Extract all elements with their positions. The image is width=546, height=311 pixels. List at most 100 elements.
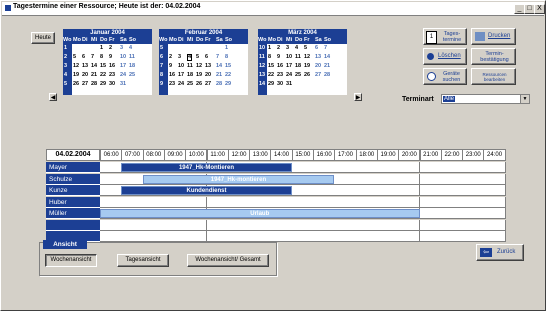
time-slot[interactable] — [313, 185, 336, 196]
wochenansicht-gesamt-button[interactable]: Wochenansicht/ Gesamt — [187, 254, 269, 267]
calendar-day[interactable]: 8 — [268, 54, 271, 61]
calendar-day[interactable]: 17 — [120, 63, 126, 70]
time-slot[interactable] — [334, 231, 357, 242]
calendar-day[interactable]: 10 — [178, 63, 184, 70]
calendar-day[interactable]: 23 — [109, 72, 115, 79]
geraete-suchen-button[interactable]: Geräte suchen — [423, 68, 467, 85]
time-slot[interactable] — [206, 219, 229, 231]
calendar-day[interactable]: 10 — [120, 54, 126, 61]
terminart-select[interactable]: Alle ▼ — [441, 94, 530, 104]
time-slot[interactable] — [206, 231, 229, 242]
time-slot[interactable] — [355, 173, 378, 185]
calendar-day[interactable]: 25 — [129, 72, 135, 79]
time-slot[interactable] — [483, 173, 506, 185]
time-slot[interactable] — [440, 196, 464, 208]
time-slot[interactable] — [355, 231, 378, 242]
drucken-button[interactable]: Drucken — [471, 28, 516, 45]
loeschen-button[interactable]: Löschen — [423, 48, 467, 65]
calendar-day[interactable]: 23 — [277, 72, 283, 79]
calendar-day[interactable]: 26 — [304, 72, 310, 79]
resource-label[interactable]: Kunze — [46, 185, 100, 196]
time-slot[interactable] — [398, 219, 421, 231]
time-slot[interactable] — [291, 219, 314, 231]
time-slot[interactable] — [163, 219, 187, 231]
time-slot[interactable] — [100, 231, 123, 242]
time-slot[interactable] — [121, 231, 144, 242]
calendar-day[interactable]: 9 — [277, 54, 280, 61]
calendar-day[interactable]: 18 — [295, 63, 301, 70]
time-slot[interactable] — [142, 219, 165, 231]
calendar-day[interactable]: 12 — [304, 54, 310, 61]
calendar-day[interactable]: 6 — [315, 45, 318, 52]
calendar-day[interactable]: 14 — [324, 54, 330, 61]
calendar-day[interactable]: 5 — [196, 54, 199, 61]
calendar-day[interactable]: 11 — [129, 54, 135, 61]
calendar-day[interactable]: 24 — [178, 81, 184, 88]
time-slot[interactable] — [334, 219, 357, 231]
calendar-day[interactable]: 13 — [315, 54, 321, 61]
calendar-day[interactable]: 9 — [169, 63, 172, 70]
time-slot[interactable] — [440, 185, 464, 196]
calendar-day[interactable]: 27 — [82, 81, 88, 88]
calendar-day[interactable]: 6 — [82, 54, 85, 61]
time-slot[interactable] — [185, 196, 208, 208]
calendar-day[interactable]: 6 — [205, 54, 208, 61]
calendar-day[interactable]: 2 — [169, 54, 172, 61]
calendar-day[interactable]: 31 — [120, 81, 126, 88]
calendar-day[interactable]: 3 — [120, 45, 123, 52]
calendar-day[interactable]: 16 — [109, 63, 115, 70]
time-slot[interactable] — [483, 196, 506, 208]
calendar-day[interactable]: 17 — [178, 72, 184, 79]
time-slot[interactable] — [334, 185, 357, 196]
time-slot[interactable] — [121, 219, 144, 231]
calendar-day[interactable]: 18 — [129, 63, 135, 70]
time-slot[interactable] — [291, 231, 314, 242]
calendar-day[interactable]: 29 — [100, 81, 106, 88]
calendar-day[interactable]: 11 — [295, 54, 301, 61]
zurueck-button[interactable]: ⇦ Zurück — [476, 244, 524, 261]
terminbestaetigung-button[interactable]: Termin- bestätigung — [471, 48, 516, 65]
time-slot[interactable] — [355, 219, 378, 231]
time-slot[interactable] — [462, 208, 485, 219]
time-slot[interactable] — [483, 231, 506, 242]
calendar-day[interactable]: 21 — [91, 72, 97, 79]
calendar-day[interactable]: 2 — [277, 45, 280, 52]
time-slot[interactable] — [270, 196, 293, 208]
time-slot[interactable] — [121, 173, 144, 185]
time-slot[interactable] — [398, 196, 421, 208]
calendar-day[interactable]: 15 — [225, 63, 231, 70]
calendar-day[interactable]: 8 — [100, 54, 103, 61]
calendar-day[interactable]: 13 — [82, 63, 88, 70]
time-slot[interactable] — [419, 231, 442, 242]
time-slot[interactable] — [419, 173, 442, 185]
resource-label[interactable]: Mayer — [46, 162, 100, 173]
time-slot[interactable] — [419, 208, 442, 219]
calendar-day[interactable]: 7 — [324, 45, 327, 52]
calendar-scroll-right-icon[interactable]: ▶ — [354, 93, 362, 101]
calendar-day[interactable]: 27 — [315, 72, 321, 79]
time-slot[interactable] — [227, 196, 251, 208]
calendar-day[interactable]: 12 — [196, 63, 202, 70]
time-slot[interactable] — [398, 185, 421, 196]
calendar-day[interactable]: 27 — [205, 81, 211, 88]
calendar-day[interactable]: 7 — [91, 54, 94, 61]
calendar-day[interactable]: 22 — [100, 72, 106, 79]
calendar-day[interactable]: 1 — [225, 45, 228, 52]
time-slot[interactable] — [355, 185, 378, 196]
calendar-day[interactable]: 24 — [120, 72, 126, 79]
time-slot[interactable] — [462, 231, 485, 242]
calendar-day[interactable]: 17 — [286, 63, 292, 70]
calendar-day[interactable]: 22 — [225, 72, 231, 79]
calendar-day[interactable]: 26 — [196, 81, 202, 88]
time-slot[interactable] — [142, 231, 165, 242]
time-slot[interactable] — [440, 208, 464, 219]
time-slot[interactable] — [398, 173, 421, 185]
calendar-day[interactable]: 13 — [205, 63, 211, 70]
close-button[interactable]: X — [534, 4, 545, 14]
time-slot[interactable] — [313, 231, 336, 242]
calendar-day[interactable]: 15 — [100, 63, 106, 70]
time-slot[interactable] — [249, 196, 272, 208]
time-slot[interactable] — [313, 219, 336, 231]
chevron-down-icon[interactable]: ▼ — [520, 95, 529, 103]
time-slot[interactable] — [100, 162, 123, 173]
